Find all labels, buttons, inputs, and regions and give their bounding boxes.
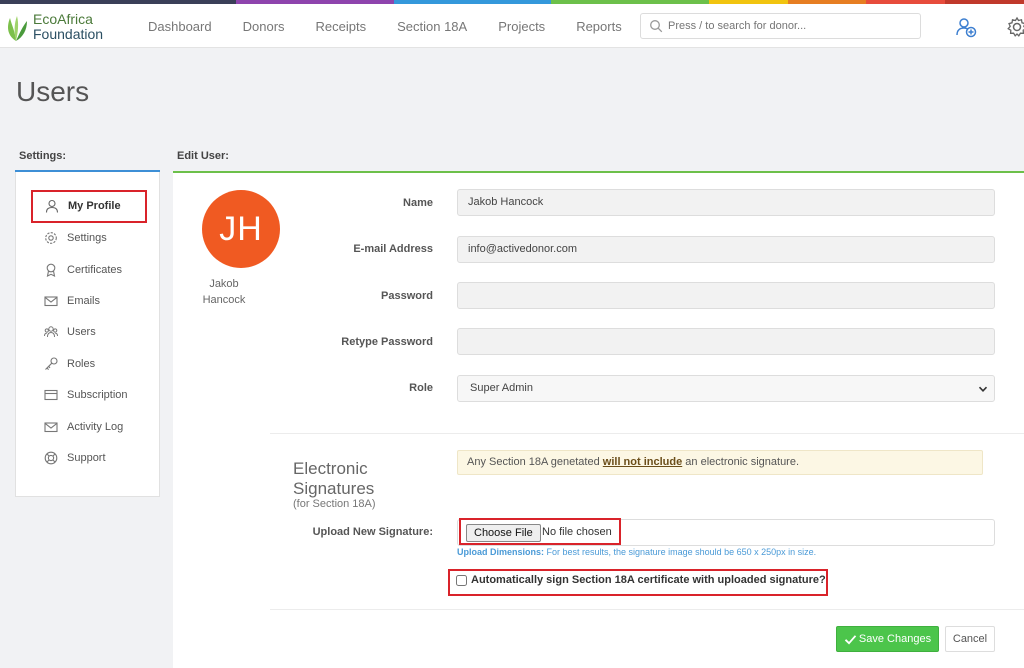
card-icon — [44, 389, 58, 401]
check-icon — [844, 634, 857, 645]
sidebar-item-emails[interactable]: Emails — [44, 291, 100, 311]
name-label: Name — [403, 197, 433, 209]
envelope-icon — [44, 296, 58, 307]
users-icon — [44, 326, 58, 338]
nav-dashboard[interactable]: Dashboard — [148, 19, 212, 34]
sidebar-item-label: Activity Log — [67, 421, 124, 433]
sidebar-item-label: Settings — [67, 232, 107, 244]
highlight-choose-file — [459, 518, 621, 545]
sidebar-item-support[interactable]: Support — [44, 448, 106, 468]
search-icon — [650, 20, 663, 33]
logo-line1: EcoAfrica — [33, 11, 93, 27]
sidebar-item-certificates[interactable]: Certificates — [44, 260, 122, 280]
sidebar-item-users[interactable]: Users — [44, 322, 96, 342]
sidebar-item-label: Roles — [67, 358, 96, 370]
sidebar-item-roles[interactable]: Roles — [44, 354, 95, 374]
chevron-down-icon — [978, 386, 988, 392]
avatar-first-name: Jakob — [209, 278, 239, 290]
retype-password-field[interactable] — [457, 328, 995, 355]
sidebar-item-label: Support — [67, 452, 106, 464]
nav-donors[interactable]: Donors — [243, 19, 285, 34]
nav-reports[interactable]: Reports — [576, 19, 622, 34]
section-divider — [270, 433, 1024, 434]
cancel-button[interactable]: Cancel — [945, 626, 995, 652]
key-icon — [45, 357, 58, 370]
page-title: Users — [16, 76, 90, 107]
retype-password-label: Retype Password — [341, 336, 433, 348]
gear-icon — [45, 232, 57, 244]
email-field[interactable]: info@activedonor.com — [457, 236, 995, 263]
search-input[interactable] — [668, 16, 916, 36]
lifebuoy-icon — [44, 451, 58, 465]
nav-receipts[interactable]: Receipts — [316, 19, 367, 34]
save-changes-button[interactable]: Save Changes — [836, 626, 939, 652]
sidebar-item-label: Users — [67, 326, 96, 338]
nav-projects[interactable]: Projects — [498, 19, 545, 34]
sidebar-item-settings[interactable]: Settings — [44, 228, 107, 248]
sidebar-item-label: Certificates — [67, 264, 123, 276]
leaf-logo-icon — [8, 16, 27, 41]
highlight-auto-sign — [448, 569, 828, 596]
add-user-icon[interactable] — [955, 16, 977, 38]
sidebar-item-subscription[interactable]: Subscription — [44, 385, 128, 405]
award-icon — [46, 263, 56, 277]
password-label: Password — [381, 290, 433, 302]
email-label: E-mail Address — [353, 243, 433, 255]
avatar-name: Jakob Hancock — [194, 276, 254, 308]
password-field[interactable] — [457, 282, 995, 309]
envelope-icon — [44, 422, 58, 433]
sidebar-item-activity-log[interactable]: Activity Log — [44, 417, 123, 437]
name-field[interactable]: Jakob Hancock — [457, 189, 995, 216]
signatures-subtitle: (for Section 18A) — [293, 498, 376, 510]
signatures-title: Electronic Signatures — [293, 459, 375, 498]
upload-dimensions-hint: Upload Dimensions: For best results, the… — [457, 547, 817, 557]
top-header: EcoAfrica Foundation Dashboard Donors Re… — [0, 4, 1024, 48]
nav-section-18a[interactable]: Section 18A — [397, 19, 467, 34]
main-nav: Dashboard Donors Receipts Section 18A Pr… — [148, 4, 653, 48]
avatar-last-name: Hancock — [202, 294, 246, 306]
signature-notice: Any Section 18A genetated will not inclu… — [457, 450, 983, 475]
gear-icon[interactable] — [1006, 16, 1024, 38]
role-select[interactable]: Super Admin — [457, 375, 995, 402]
donor-search — [640, 13, 921, 39]
settings-heading: Settings: — [19, 150, 67, 162]
footer-divider — [270, 609, 1024, 610]
logo[interactable]: EcoAfrica Foundation — [4, 10, 114, 44]
highlight-my-profile — [31, 190, 147, 223]
edit-user-heading: Edit User: — [177, 150, 229, 162]
logo-line2: Foundation — [33, 26, 104, 42]
upload-signature-label: Upload New Signature: — [312, 526, 433, 538]
sidebar-item-label: Emails — [67, 295, 101, 307]
sidebar-item-label: Subscription — [67, 389, 128, 401]
role-selected-value: Super Admin — [470, 382, 533, 394]
role-label: Role — [409, 382, 433, 394]
